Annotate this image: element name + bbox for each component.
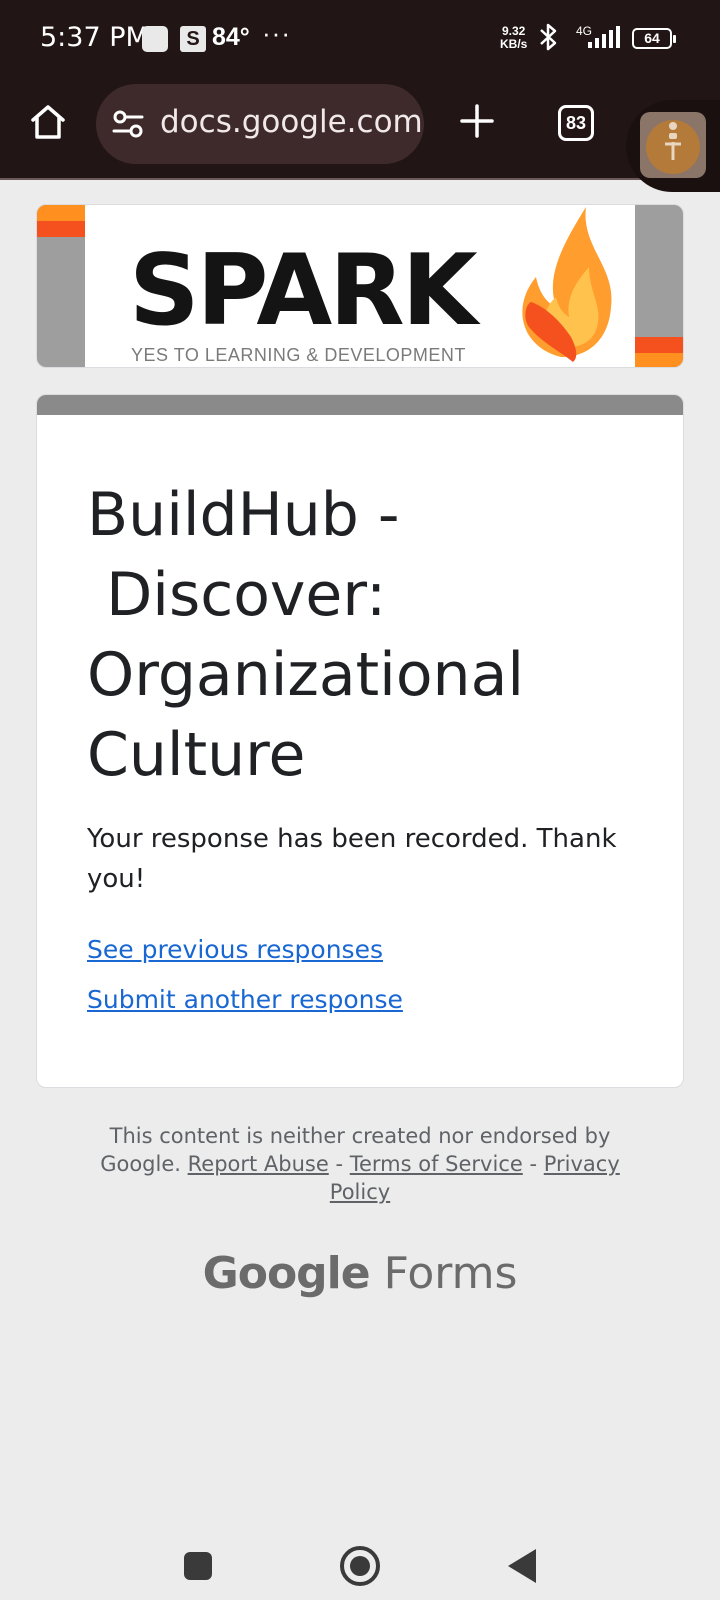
separator: - — [529, 1152, 538, 1176]
flame-icon — [522, 207, 612, 362]
battery-icon: 64 — [632, 28, 676, 49]
back-icon[interactable] — [508, 1549, 536, 1583]
spark-tagline: YES TO LEARNING & DEVELOPMENT — [131, 345, 466, 365]
profile-avatar[interactable] — [640, 112, 706, 178]
google-forms-logo[interactable]: Google Forms — [0, 1248, 720, 1299]
submit-another-response-link[interactable]: Submit another response — [87, 985, 403, 1014]
accessibility-icon — [665, 122, 681, 160]
banner-right-band — [635, 205, 683, 367]
terms-of-service-link[interactable]: Terms of Service — [350, 1152, 523, 1176]
weather-temperature: 84° — [212, 23, 250, 51]
site-settings-icon[interactable] — [112, 110, 144, 138]
spark-logo-text: SPARK — [129, 234, 478, 348]
network-speed: 9.32 KB/s — [500, 24, 528, 51]
recent-apps-icon[interactable] — [184, 1552, 212, 1580]
status-time: 5:37 PM — [40, 22, 149, 53]
banner-left-band — [37, 205, 85, 367]
system-nav-bar — [0, 1500, 720, 1600]
url-text[interactable]: docs.google.com — [160, 104, 423, 140]
address-bar[interactable]: docs.google.com — [96, 84, 424, 164]
bluetooth-icon — [540, 23, 557, 51]
tab-switcher-button[interactable]: 83 — [558, 105, 594, 141]
browser-toolbar: docs.google.com 83 — [0, 78, 720, 192]
home-nav-icon[interactable] — [340, 1546, 380, 1586]
google-wordmark: Google — [202, 1248, 371, 1299]
confirmation-message: Your response has been recorded. Thank y… — [87, 824, 617, 894]
more-notifications-icon: ··· — [262, 18, 291, 48]
separator: - — [335, 1152, 344, 1176]
home-icon[interactable] — [28, 102, 68, 142]
s-app-icon: S — [180, 26, 206, 52]
new-tab-icon[interactable] — [458, 102, 496, 140]
notification-icon — [142, 26, 168, 52]
confirmation-card: BuildHub - Discover: Organizational Cult… — [36, 394, 684, 1088]
signal-icon — [588, 26, 620, 48]
forms-wordmark: Forms — [383, 1248, 518, 1299]
report-abuse-link[interactable]: Report Abuse — [188, 1152, 329, 1176]
form-header-banner: SPARK YES TO LEARNING & DEVELOPMENT — [36, 204, 684, 368]
card-accent-bar — [37, 395, 683, 415]
see-previous-responses-link[interactable]: See previous responses — [87, 935, 383, 964]
form-title: BuildHub - Discover: Organizational Cult… — [87, 480, 525, 790]
footer-disclaimer: This content is neither created nor endo… — [80, 1122, 640, 1206]
status-bar: 5:37 PM S 84° ··· 9.32 KB/s 4G 64 — [0, 0, 720, 78]
